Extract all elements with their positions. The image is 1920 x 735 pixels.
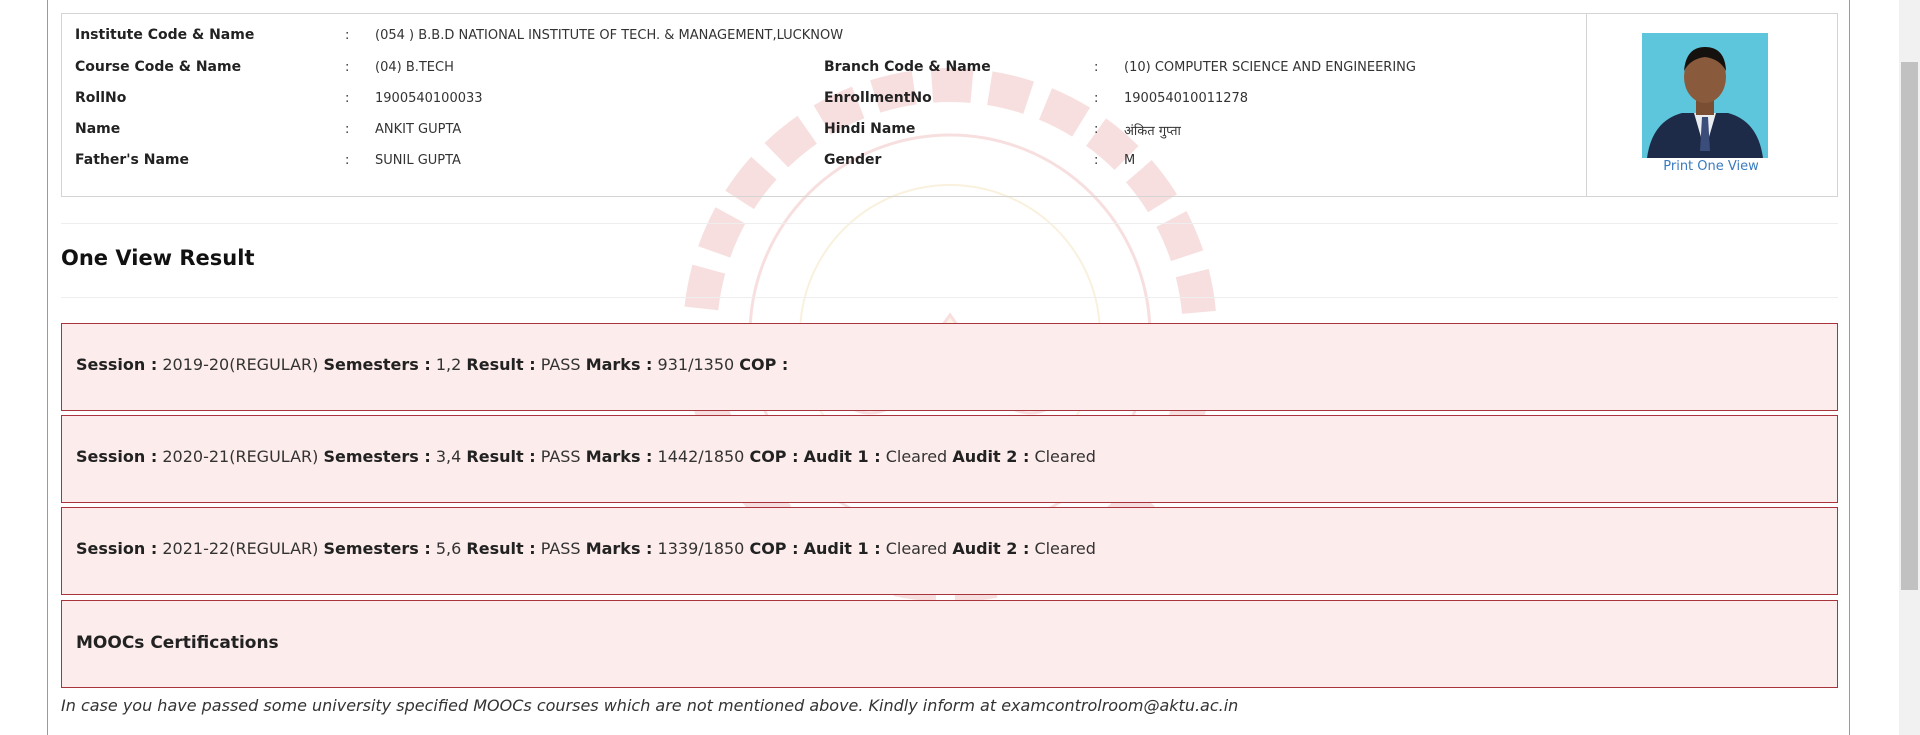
student-info-panel [61, 13, 1838, 197]
divider [61, 297, 1838, 298]
separator: : [1094, 122, 1099, 137]
father-name-value: SUNIL GUPTA [375, 153, 461, 168]
session-result-row: Session : 2021-22(REGULAR) Semesters : 5… [61, 507, 1838, 595]
enrollment-label: EnrollmentNo [824, 90, 932, 106]
rollno-label: RollNo [75, 90, 127, 106]
moocs-section: MOOCs Certifications [61, 600, 1838, 688]
print-one-view-link[interactable]: Print One View [1642, 159, 1780, 174]
scrollbar-thumb[interactable] [1901, 62, 1918, 590]
separator: : [345, 153, 350, 168]
separator: : [1094, 153, 1099, 168]
session-summary: Session : 2020-21(REGULAR) Semesters : 3… [76, 447, 1096, 466]
divider [61, 223, 1838, 224]
separator: : [1094, 60, 1099, 75]
hindi-name-value: अंकित गुप्ता [1124, 124, 1181, 139]
name-label: Name [75, 121, 121, 137]
gender-label: Gender [824, 152, 882, 168]
separator: : [345, 28, 350, 43]
branch-label: Branch Code & Name [824, 59, 991, 75]
institute-value: (054 ) B.B.D NATIONAL INSTITUTE OF TECH.… [375, 28, 844, 43]
moocs-note: In case you have passed some university … [61, 696, 1239, 715]
session-summary: Session : 2021-22(REGULAR) Semesters : 5… [76, 539, 1096, 558]
page-title: One View Result [61, 246, 255, 270]
session-result-row: Session : 2019-20(REGULAR) Semesters : 1… [61, 323, 1838, 411]
separator: : [345, 122, 350, 137]
moocs-title: MOOCs Certifications [76, 633, 279, 653]
branch-value: (10) COMPUTER SCIENCE AND ENGINEERING [1124, 60, 1416, 75]
name-value: ANKIT GUPTA [375, 122, 462, 137]
separator: : [1094, 91, 1099, 106]
gender-value: M [1124, 153, 1136, 168]
course-label: Course Code & Name [75, 59, 242, 75]
course-value: (04) B.TECH [375, 60, 454, 75]
student-photo [1642, 33, 1768, 158]
student-photo-image [1642, 33, 1768, 158]
separator: : [345, 91, 350, 106]
father-name-label: Father's Name [75, 152, 189, 168]
session-result-row: Session : 2020-21(REGULAR) Semesters : 3… [61, 415, 1838, 503]
rollno-value: 1900540100033 [375, 91, 483, 106]
enrollment-value: 190054010011278 [1124, 91, 1249, 106]
session-summary: Session : 2019-20(REGULAR) Semesters : 1… [76, 355, 789, 374]
hindi-name-label: Hindi Name [824, 121, 916, 137]
separator: : [345, 60, 350, 75]
institute-label: Institute Code & Name [75, 27, 255, 43]
